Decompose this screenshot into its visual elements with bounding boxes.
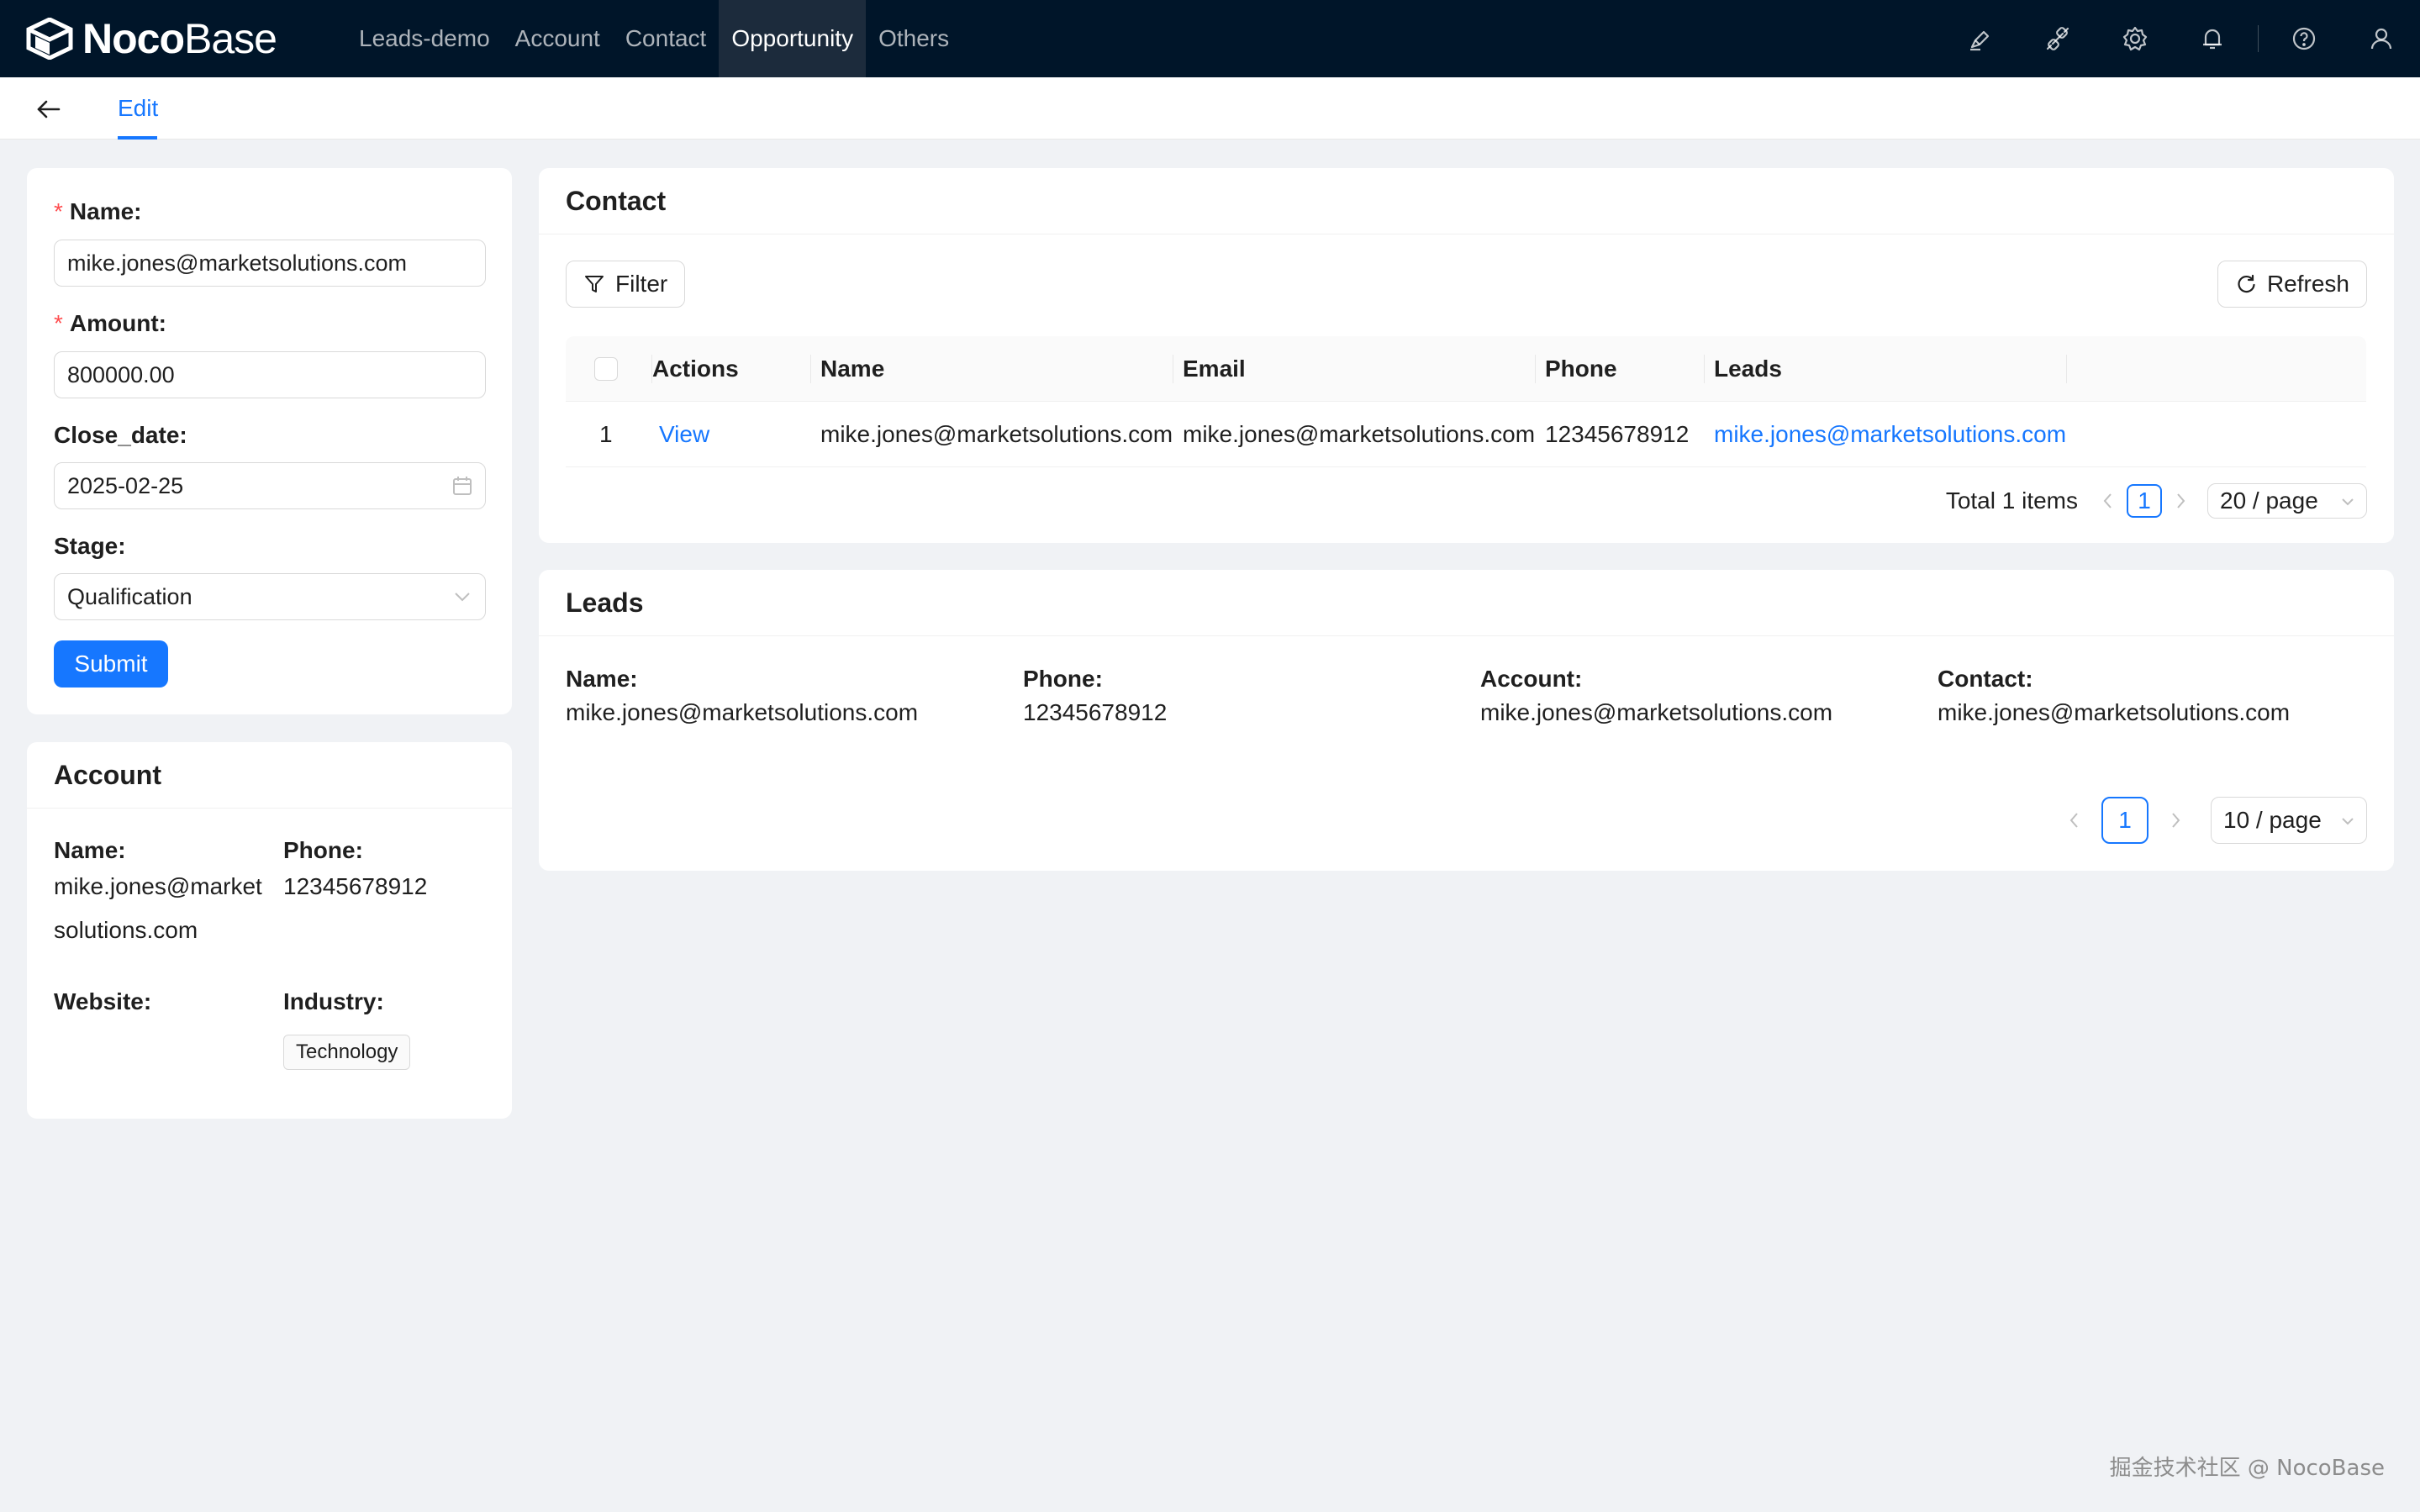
menu-item-opportunity[interactable]: Opportunity (719, 0, 867, 77)
account-name-value: mike.jones@marketsolutions.com (54, 873, 262, 943)
top-toolbar (1942, 0, 2420, 77)
logo-mark-icon (26, 18, 73, 60)
tab-edit[interactable]: Edit (118, 77, 158, 140)
main-menu: Leads-demo Account Contact Opportunity O… (346, 0, 962, 77)
logo-text: NocoBase (82, 15, 277, 62)
page-number-current[interactable]: 1 (2101, 797, 2148, 844)
chevron-down-icon (455, 593, 470, 602)
watermark-text: 掘金技术社区 @ NocoBase (2109, 1456, 2385, 1481)
prev-page-icon[interactable] (2093, 484, 2123, 518)
refresh-icon (2238, 274, 2255, 293)
leads-contact-link[interactable]: mike.jones@marketsolutions.com (1938, 691, 2290, 735)
toolbar-divider (2258, 25, 2259, 52)
menu-item-others[interactable]: Others (866, 0, 962, 77)
table-header: Actions Name Email Phone Leads (566, 336, 2366, 402)
select-all-checkbox[interactable] (594, 357, 618, 381)
leads-details-card: Leads Name: mike.jones@marketsolutions.c… (539, 570, 2394, 871)
card-divider (539, 635, 2394, 636)
leads-phone-value: 12345678912 (1023, 699, 1168, 725)
name-input[interactable]: mike.jones@marketsolutions.com (54, 240, 486, 287)
page-size-value: 20 / page (2220, 487, 2318, 514)
chevron-down-icon (2342, 498, 2354, 506)
leads-contact-label: Contact: (1938, 666, 2033, 692)
account-phone-value: 12345678912 (283, 873, 428, 899)
account-name-label: Name: (54, 837, 126, 863)
plugin-icon[interactable] (2019, 0, 2096, 77)
top-navigation-bar: NocoBase Leads-demo Account Contact Oppo… (0, 0, 2420, 77)
page-size-select[interactable]: 20 / page (2207, 483, 2367, 519)
next-page-icon[interactable] (2165, 484, 2196, 518)
cell-leads-link[interactable]: mike.jones@marketsolutions.com (1714, 402, 2066, 467)
industry-tag: Technology (283, 1035, 411, 1070)
page-size-select[interactable]: 10 / page (2211, 797, 2367, 844)
close-date-value: 2025-02-25 (67, 473, 184, 498)
column-divider (1704, 355, 1705, 383)
view-action-link[interactable]: View (659, 402, 709, 467)
leads-name-label: Name: (566, 666, 638, 692)
filter-icon (585, 276, 604, 292)
menu-item-contact[interactable]: Contact (613, 0, 720, 77)
account-website-label: Website: (54, 988, 152, 1014)
contact-card-title: Contact (566, 186, 667, 216)
close-date-picker[interactable]: 2025-02-25 (54, 462, 486, 509)
nocobase-logo[interactable]: NocoBase (25, 0, 319, 77)
row-index: 1 (599, 421, 613, 447)
back-arrow-icon[interactable] (34, 94, 64, 124)
menu-item-leads-demo[interactable]: Leads-demo (346, 0, 503, 77)
stage-select[interactable]: Qualification (54, 573, 486, 620)
cell-email: mike.jones@marketsolutions.com (1183, 421, 1536, 447)
stage-field-label: Stage: (54, 533, 126, 559)
contact-pagination: Total 1 items 1 20 / page (1946, 481, 2367, 521)
calendar-icon[interactable] (451, 475, 473, 497)
column-header-phone[interactable]: Phone (1545, 336, 1617, 402)
ui-editor-icon[interactable] (1942, 0, 2019, 77)
user-icon[interactable] (2343, 0, 2420, 77)
contact-table-card: Contact Filter Refresh Actions Name Emai… (539, 168, 2394, 543)
column-header-actions: Actions (652, 356, 739, 382)
total-items-text: Total 1 items (1945, 487, 2078, 514)
name-field-label: * Name: (54, 198, 142, 224)
cell-name: mike.jones@marketsolutions.com (820, 421, 1173, 447)
page-size-value: 10 / page (2223, 807, 2322, 833)
column-divider (810, 355, 811, 383)
page-number-current[interactable]: 1 (2127, 484, 2162, 518)
close-date-field-label: Close_date: (54, 422, 187, 448)
submit-button[interactable]: Submit (54, 640, 168, 688)
refresh-button[interactable]: Refresh (2217, 261, 2367, 308)
prev-page-icon[interactable] (2059, 803, 2090, 837)
column-header-name[interactable]: Name (820, 336, 884, 402)
amount-field-label: * Amount: (54, 310, 166, 336)
column-divider (2066, 355, 2067, 383)
account-card-title: Account (54, 760, 161, 790)
account-details-card: Account Name: mike.jones@marketsolutions… (27, 742, 512, 1119)
leads-phone-label: Phone: (1023, 666, 1103, 692)
account-industry-label: Industry: (283, 988, 384, 1014)
refresh-label: Refresh (2266, 271, 2349, 297)
active-tab-indicator (118, 136, 157, 140)
stage-selected-value: Qualification (67, 584, 192, 609)
opportunity-edit-form: * Name: mike.jones@marketsolutions.com * A… (27, 168, 512, 714)
settings-icon[interactable] (2096, 0, 2174, 77)
cell-phone: 12345678912 (1545, 421, 1690, 447)
next-page-icon[interactable] (2160, 803, 2191, 837)
leads-account-link[interactable]: mike.jones@marketsolutions.com (1480, 691, 1832, 735)
page-header: Edit (0, 77, 2420, 140)
leads-account-label: Account: (1480, 666, 1583, 692)
notification-bell-icon[interactable] (2174, 0, 2251, 77)
column-divider (1535, 355, 1536, 383)
chevron-down-icon (2342, 818, 2354, 825)
help-icon[interactable] (2265, 0, 2343, 77)
leads-name-value: mike.jones@marketsolutions.com (566, 699, 919, 725)
column-header-email[interactable]: Email (1183, 336, 1246, 402)
filter-label: Filter (615, 271, 668, 297)
column-header-leads[interactable]: Leads (1714, 336, 1782, 402)
leads-pagination: 1 10 / page (2059, 797, 2367, 844)
filter-button[interactable]: Filter (566, 261, 686, 308)
menu-item-account[interactable]: Account (503, 0, 613, 77)
card-divider (27, 808, 512, 809)
account-phone-label: Phone: (283, 837, 363, 863)
leads-card-title: Leads (566, 587, 644, 618)
amount-input[interactable]: 800000.00 (54, 351, 486, 398)
table-row: 1 View mike.jones@marketsolutions.com mi… (566, 402, 2366, 467)
